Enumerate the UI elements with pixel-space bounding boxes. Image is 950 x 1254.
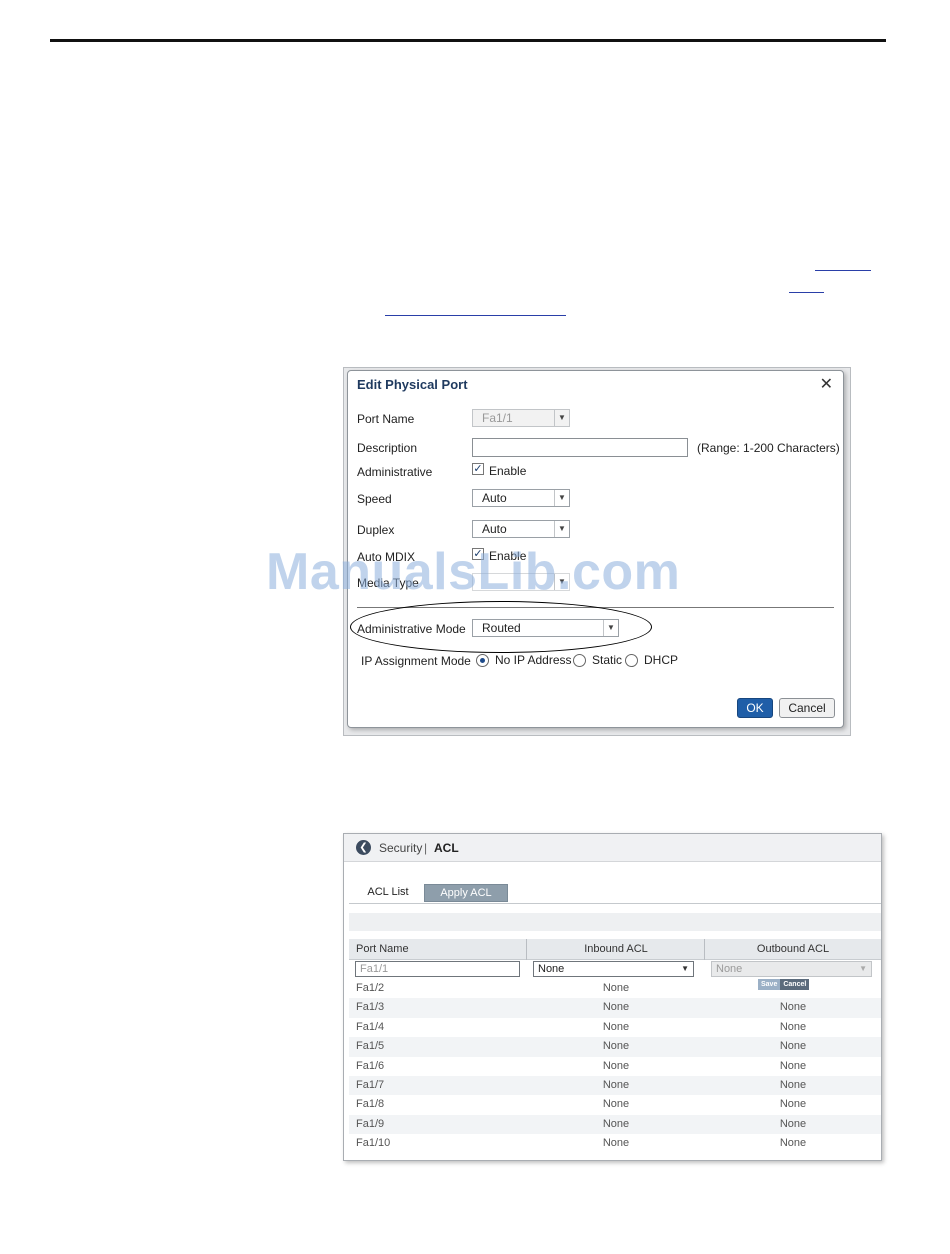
- table-row[interactable]: Fa1/3 None None: [349, 998, 881, 1018]
- port-name-select: Fa1/1 ▼: [472, 409, 570, 427]
- duplex-label: Duplex: [357, 523, 395, 537]
- cell-inbound: None: [602, 1098, 630, 1111]
- tab-apply-acl[interactable]: Apply ACL: [424, 884, 508, 902]
- top-rule: [50, 39, 886, 42]
- cell-outbound: None: [779, 1117, 807, 1130]
- toolbar-band: [349, 913, 881, 931]
- chevron-down-icon: ▼: [859, 964, 867, 973]
- chevron-down-icon: ▼: [554, 410, 569, 426]
- radio-dhcp-label: DHCP: [644, 653, 679, 667]
- cell-port: Fa1/7: [356, 1078, 385, 1091]
- cell-inbound: None: [602, 982, 630, 994]
- edit-inbound-select[interactable]: None ▼: [533, 961, 694, 977]
- row-edit-buttons: Save Cancel: [758, 979, 810, 990]
- radio-dhcp[interactable]: [625, 654, 638, 667]
- description-label: Description: [357, 441, 418, 455]
- chevron-down-icon: ▼: [681, 964, 689, 973]
- speed-select[interactable]: Auto ▼: [472, 489, 570, 507]
- column-port-name[interactable]: Port Name: [356, 939, 409, 960]
- table-row[interactable]: Fa1/4 None None: [349, 1018, 881, 1037]
- link-underline-2[interactable]: [789, 292, 824, 293]
- chevron-down-icon: ▼: [603, 620, 618, 636]
- table-row[interactable]: Fa1/5 None None: [349, 1037, 881, 1057]
- cell-port: Fa1/4: [356, 1020, 385, 1033]
- table-row[interactable]: Fa1/6 None None: [349, 1057, 881, 1076]
- column-outbound-acl[interactable]: Outbound ACL: [705, 939, 881, 960]
- radio-selected-dot: [480, 658, 485, 663]
- chevron-down-icon: ▼: [554, 490, 569, 506]
- admin-mode-value: Routed: [482, 621, 521, 635]
- description-hint: (Range: 1-200 Characters): [697, 441, 840, 455]
- ip-assignment-label: IP Assignment Mode: [361, 654, 471, 668]
- cell-inbound: None: [602, 1137, 630, 1150]
- acl-screenshot: ❮ Security | ACL ACL List Apply ACL Port…: [343, 833, 882, 1161]
- cell-inbound: None: [602, 1001, 630, 1014]
- cell-port: Fa1/6: [356, 1059, 385, 1072]
- cell-outbound: None: [779, 1078, 807, 1091]
- table-row[interactable]: Fa1/8 None None: [349, 1095, 881, 1114]
- cell-outbound: None: [779, 1001, 807, 1014]
- cancel-button[interactable]: Cancel: [780, 979, 810, 990]
- cell-inbound: None: [602, 1020, 630, 1033]
- cell-outbound: None: [779, 1040, 807, 1053]
- table-header: Port Name Inbound ACL Outbound ACL: [349, 939, 881, 960]
- ok-button[interactable]: OK: [737, 698, 773, 718]
- admin-mode-select[interactable]: Routed ▼: [472, 619, 619, 637]
- cell-port: Fa1/10: [356, 1137, 391, 1150]
- cell-outbound: None: [779, 1020, 807, 1033]
- duplex-value: Auto: [482, 522, 507, 536]
- close-icon[interactable]: ✕: [820, 374, 833, 394]
- port-name-value: Fa1/1: [482, 411, 513, 425]
- cell-inbound: None: [602, 1059, 630, 1072]
- cell-inbound: None: [602, 1078, 630, 1091]
- cancel-button[interactable]: Cancel: [779, 698, 835, 718]
- radio-static-label: Static: [592, 653, 623, 667]
- admin-mode-label: Administrative Mode: [357, 622, 466, 636]
- edit-inbound-value: None: [538, 963, 565, 975]
- administrative-label: Administrative: [357, 465, 433, 479]
- radio-no-ip-label: No IP Address: [495, 653, 572, 667]
- cell-outbound: None: [779, 1059, 807, 1072]
- link-underline-1[interactable]: [815, 270, 871, 271]
- tab-acl-list[interactable]: ACL List: [358, 884, 418, 902]
- speed-label: Speed: [357, 492, 392, 506]
- breadcrumb-parent[interactable]: Security: [379, 841, 422, 855]
- table-row[interactable]: Fa1/7 None None: [349, 1075, 881, 1096]
- column-inbound-acl[interactable]: Inbound ACL: [527, 939, 705, 960]
- radio-no-ip[interactable]: [476, 654, 489, 667]
- cell-port: Fa1/8: [356, 1098, 385, 1111]
- acl-table-body: Fa1/2 None Fa1/3 None None Fa1/4 None No…: [349, 979, 881, 1154]
- radio-static[interactable]: [573, 654, 586, 667]
- watermark: ManualsLib.com: [266, 543, 681, 601]
- acl-header: ❮ Security | ACL: [344, 834, 881, 862]
- administrative-checkbox[interactable]: ✓: [472, 463, 484, 475]
- description-input[interactable]: [472, 438, 688, 457]
- edit-outbound-select: None ▼: [711, 961, 872, 977]
- cell-outbound: None: [779, 1098, 807, 1111]
- cell-inbound: None: [602, 1117, 630, 1130]
- table-row[interactable]: Fa1/9 None None: [349, 1114, 881, 1135]
- breadcrumb-separator: |: [424, 841, 428, 855]
- link-underline-3[interactable]: [385, 315, 566, 316]
- cell-port: Fa1/2: [356, 982, 385, 994]
- cell-port: Fa1/5: [356, 1040, 385, 1053]
- dialog-title: Edit Physical Port: [357, 377, 468, 392]
- back-arrow-icon[interactable]: ❮: [356, 840, 371, 855]
- administrative-enable-label: Enable: [489, 464, 527, 478]
- table-row[interactable]: Fa1/10 None None: [349, 1134, 881, 1153]
- edit-port-input[interactable]: Fa1/1: [355, 961, 520, 977]
- tabs-divider: [349, 903, 881, 904]
- cell-port: Fa1/9: [356, 1117, 385, 1130]
- breadcrumb-current: ACL: [434, 841, 459, 855]
- cell-inbound: None: [602, 1040, 630, 1053]
- edit-outbound-value: None: [716, 963, 743, 975]
- speed-value: Auto: [482, 491, 507, 505]
- port-name-label: Port Name: [357, 412, 415, 426]
- duplex-select[interactable]: Auto ▼: [472, 520, 570, 538]
- save-button[interactable]: Save: [758, 979, 781, 990]
- cell-outbound: None: [779, 1137, 807, 1150]
- cell-port: Fa1/3: [356, 1001, 385, 1014]
- chevron-down-icon: ▼: [554, 521, 569, 537]
